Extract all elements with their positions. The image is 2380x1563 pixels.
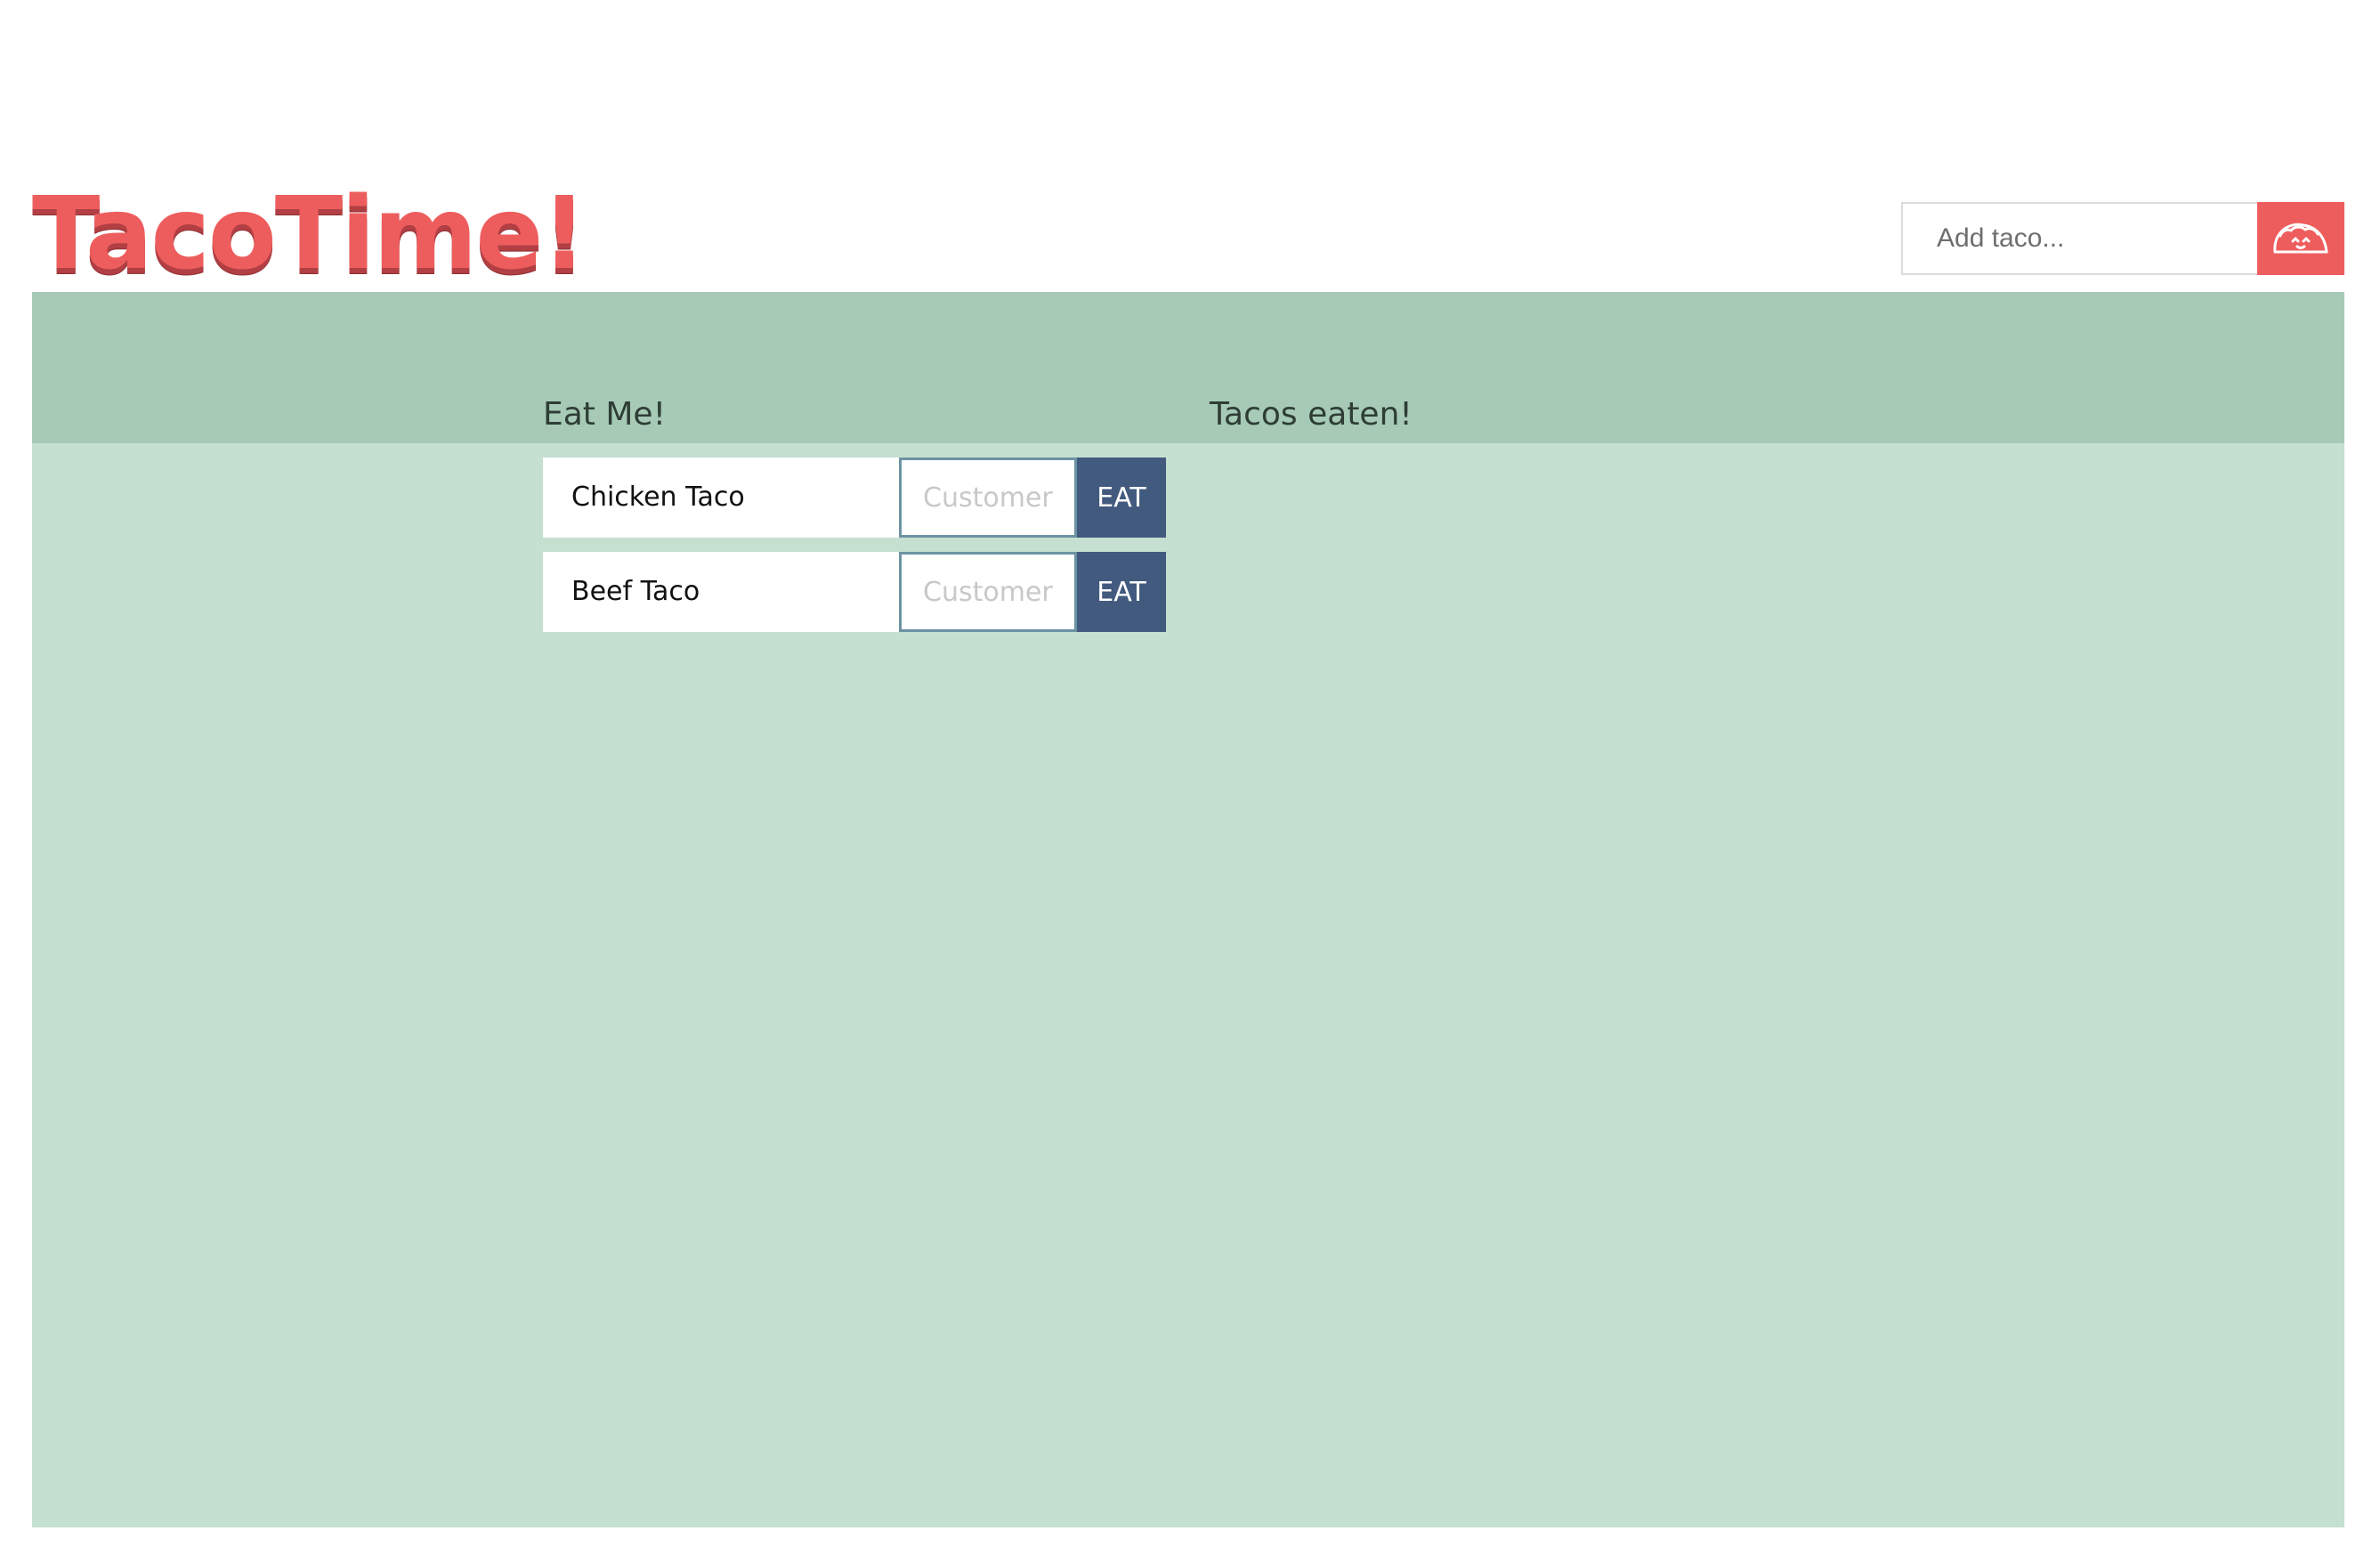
add-taco-button[interactable] <box>2257 202 2344 275</box>
eat-button[interactable]: EAT <box>1077 458 1166 538</box>
header-band <box>32 292 2344 443</box>
app-logo: TacoTime! <box>32 176 587 292</box>
taco-icon <box>2273 223 2328 254</box>
add-taco-form <box>1901 202 2344 275</box>
eat-me-title: Eat Me! <box>543 396 667 433</box>
page: TacoTime! Eat Me! Tacos eaten! Chicken T… <box>0 0 2380 1563</box>
customer-input[interactable] <box>899 552 1077 632</box>
taco-name: Chicken Taco <box>543 458 899 538</box>
customer-input[interactable] <box>899 458 1077 538</box>
taco-item: Beef Taco EAT <box>543 552 1166 632</box>
tacos-eaten-title: Tacos eaten! <box>1210 396 1413 433</box>
add-taco-input[interactable] <box>1901 202 2257 275</box>
main-panel: Eat Me! Tacos eaten! Chicken Taco EAT Be… <box>32 292 2344 1527</box>
taco-item: Chicken Taco EAT <box>543 458 1166 538</box>
eat-button[interactable]: EAT <box>1077 552 1166 632</box>
taco-name: Beef Taco <box>543 552 899 632</box>
